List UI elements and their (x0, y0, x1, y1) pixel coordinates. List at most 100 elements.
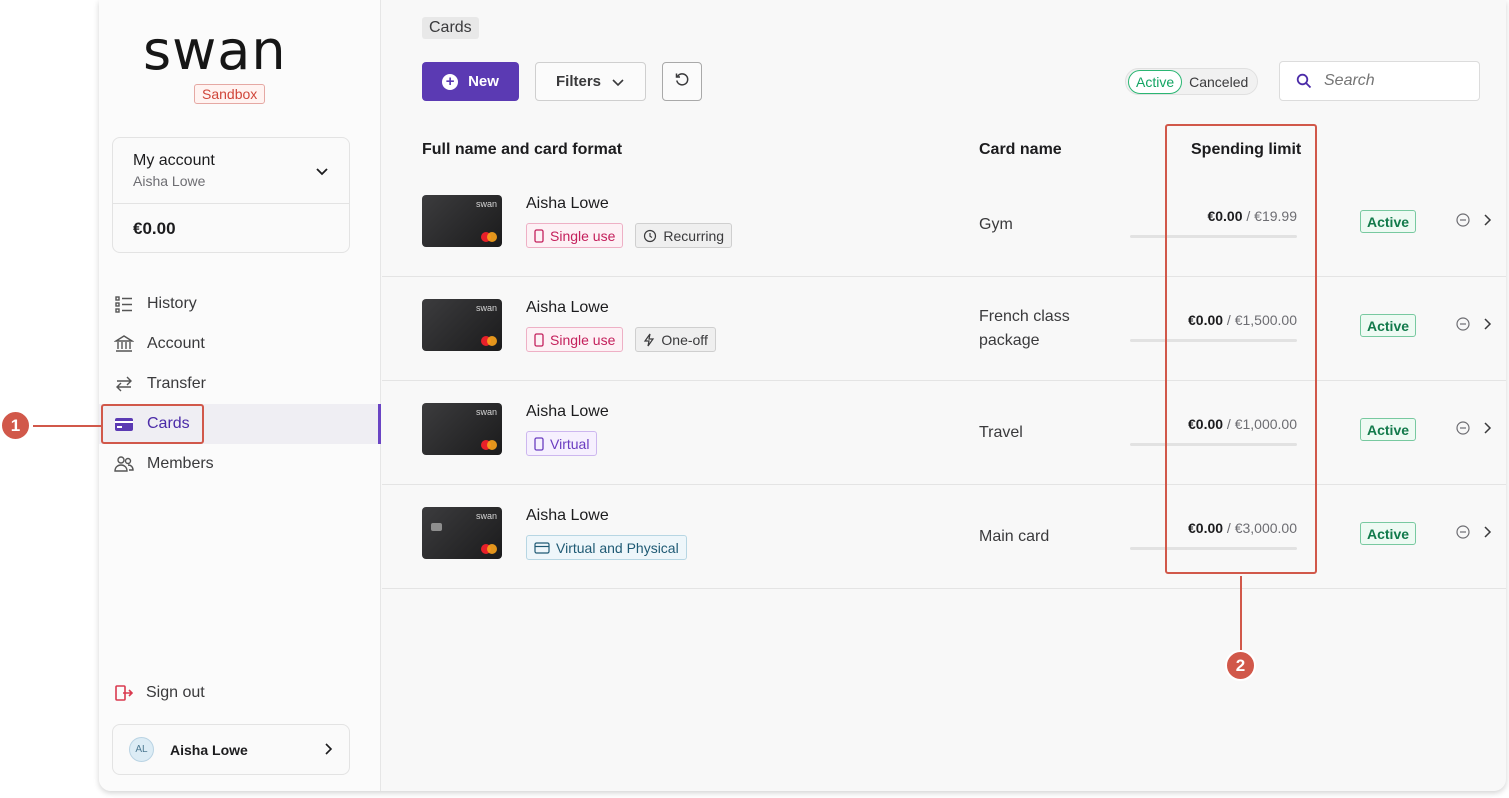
card-brand-logo: swan (475, 303, 497, 313)
filters-label: Filters (555, 73, 601, 90)
list-icon (114, 294, 134, 314)
chevron-right-icon[interactable] (1482, 525, 1492, 544)
tag-label: Virtual (550, 435, 590, 452)
status-badge: Active (1360, 418, 1417, 441)
avatar: AL (129, 737, 154, 762)
card-holder-name: Aisha Lowe (526, 403, 609, 420)
sidebar-item-label: History (147, 295, 197, 312)
phone-icon (534, 436, 544, 451)
status-toggle: Active Canceled (1125, 68, 1259, 95)
refresh-icon (674, 71, 690, 92)
main-content: Cards + New Filters Active Canceled Sear… (382, 0, 1506, 791)
column-header-name: Full name and card format (422, 141, 623, 158)
search-icon (1296, 73, 1312, 89)
card-format-tag: Single use (526, 223, 624, 248)
sign-out-button[interactable]: Sign out (114, 683, 205, 703)
cancel-card-icon[interactable] (1456, 421, 1470, 440)
sidebar-item-label: Account (147, 335, 205, 352)
refresh-button[interactable] (662, 62, 702, 101)
card-holder-name: Aisha Lowe (526, 195, 609, 212)
cancel-card-icon[interactable] (1456, 317, 1470, 336)
sidebar-item-history[interactable]: History (99, 284, 381, 324)
tag-label: Virtual and Physical (556, 539, 679, 556)
sidebar-item-label: Members (147, 455, 214, 472)
card-brand-logo: swan (475, 199, 497, 209)
tag-label: One-off (661, 331, 708, 348)
chevron-down-icon[interactable] (315, 164, 329, 183)
chevron-right-icon (323, 742, 335, 761)
tag-label: Recurring (663, 227, 725, 244)
chevron-right-icon[interactable] (1482, 317, 1492, 336)
plus-icon: + (442, 73, 459, 90)
sidebar-item-transfer[interactable]: Transfer (99, 364, 381, 404)
new-label: New (468, 73, 499, 90)
cancel-card-icon[interactable] (1456, 525, 1470, 544)
sidebar-item-account[interactable]: Account (99, 324, 381, 364)
members-icon (114, 454, 134, 474)
account-user: Aisha Lowe (133, 173, 206, 189)
status-badge: Active (1360, 210, 1417, 233)
filters-button[interactable]: Filters (535, 62, 646, 101)
card-brand-logo: swan (475, 511, 497, 521)
table-row[interactable]: swan Aisha Lowe Virtual Travel €0.00 / €… (382, 381, 1506, 485)
mastercard-icon (481, 336, 497, 346)
annotation-connector (1240, 576, 1242, 650)
card-chip-icon (431, 523, 442, 531)
card-brand-logo: swan (475, 407, 497, 417)
tag-label: Single use (550, 227, 616, 244)
breadcrumb: Cards (422, 17, 479, 39)
card-format-tag: Virtual (526, 431, 598, 456)
lightning-icon (643, 333, 655, 347)
card-thumbnail: swan (422, 195, 502, 247)
sidebar-item-members[interactable]: Members (99, 444, 381, 484)
search-field[interactable] (1279, 61, 1480, 101)
table-row[interactable]: swan Aisha Lowe Virtual and Physical Mai… (382, 485, 1506, 589)
card-format-tag: Virtual and Physical (526, 535, 687, 560)
card-name: Main card (979, 528, 1050, 545)
column-header-card-name: Card name (979, 141, 1062, 158)
transfer-icon (114, 374, 134, 394)
account-switcher[interactable]: My account Aisha Lowe €0.00 (112, 137, 350, 253)
card-holder-name: Aisha Lowe (526, 299, 609, 316)
user-menu[interactable]: AL Aisha Lowe (112, 724, 350, 775)
card-name: French class package (979, 308, 1070, 349)
card-format-tag: Recurring (635, 223, 733, 248)
mastercard-icon (481, 232, 497, 242)
status-canceled-option[interactable]: Canceled (1182, 71, 1255, 93)
clock-icon (643, 229, 657, 243)
chevron-right-icon[interactable] (1482, 421, 1492, 440)
annotation-box-cards (101, 404, 204, 444)
bank-icon (114, 334, 134, 354)
search-input[interactable] (1324, 72, 1464, 90)
sign-out-label: Sign out (146, 684, 205, 701)
card-name: Travel (979, 424, 1023, 441)
table-row[interactable]: swan Aisha Lowe Single use Recurring Gym… (382, 173, 1506, 277)
annotation-marker-2: 2 (1225, 650, 1256, 681)
table-row[interactable]: swan Aisha Lowe Single use One-off Frenc… (382, 277, 1506, 381)
environment-badge: Sandbox (194, 84, 266, 104)
cancel-card-icon[interactable] (1456, 213, 1470, 232)
phone-icon (534, 332, 544, 347)
mastercard-icon (481, 544, 497, 554)
new-card-button[interactable]: + New (422, 62, 519, 101)
status-active-option[interactable]: Active (1128, 69, 1183, 94)
chevron-right-icon[interactable] (1482, 213, 1492, 232)
chevron-down-icon (611, 75, 625, 89)
card-format-tag: Single use (526, 327, 624, 352)
card-holder-name: Aisha Lowe (526, 507, 609, 524)
card-name: Gym (979, 216, 1013, 233)
tag-label: Single use (550, 331, 616, 348)
card-thumbnail: swan (422, 507, 502, 559)
swan-logo: swan (143, 19, 287, 82)
mastercard-icon (481, 440, 497, 450)
card-thumbnail: swan (422, 299, 502, 351)
status-badge: Active (1360, 314, 1417, 337)
annotation-connector (33, 425, 101, 427)
card-thumbnail: swan (422, 403, 502, 455)
sidebar: swan Sandbox My account Aisha Lowe €0.00… (99, 0, 381, 791)
annotation-marker-1: 1 (0, 410, 31, 441)
user-name: Aisha Lowe (170, 741, 248, 758)
sign-out-icon (114, 683, 134, 703)
sidebar-item-label: Transfer (147, 375, 206, 392)
phone-icon (534, 228, 544, 243)
